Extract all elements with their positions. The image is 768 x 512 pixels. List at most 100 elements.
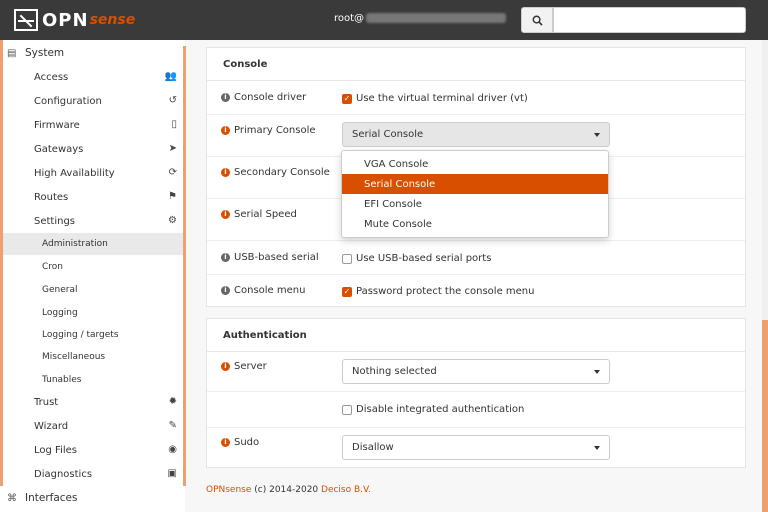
server-icon: ▤ (7, 47, 17, 59)
auth-server-select[interactable]: Nothing selected (342, 359, 610, 384)
user-label: root@ (334, 13, 365, 24)
footer: OPNsense (c) 2014-2020 Deciso B.V. (206, 485, 371, 495)
sidebar-item-firmware[interactable]: Firmware ▯ (3, 113, 183, 137)
disable-auth-checkbox[interactable]: Disable integrated authentication (342, 404, 524, 415)
sidebar-accent-right (183, 46, 186, 486)
sidebar-item-log-files[interactable]: Log Files ◉ (3, 438, 183, 462)
sidebar-item-high-availability[interactable]: High Availability ⟳ (3, 161, 183, 185)
primary-console-dropdown: VGA Console Serial Console EFI Console M… (341, 150, 609, 238)
refresh-icon: ⟳ (168, 167, 177, 178)
cogs-icon: ⚙ (168, 215, 177, 226)
sidebar-item-settings[interactable]: Settings ⚙ (3, 209, 183, 233)
console-menu-label: i Console menu (221, 285, 305, 296)
authentication-panel: Authentication i Server Nothing selected … (206, 318, 746, 468)
checkbox-label: Use the virtual terminal driver (vt) (356, 93, 528, 104)
console-menu-checkbox[interactable]: ✓ Password protect the console menu (342, 286, 534, 297)
select-value: Serial Console (352, 129, 424, 140)
sidebar-subitem-label: Cron (42, 262, 63, 272)
usb-serial-row: i USB-based serial Use USB-based serial p… (207, 241, 745, 275)
authentication-panel-title: Authentication (207, 319, 745, 352)
info-icon[interactable]: i (221, 168, 230, 177)
auth-server-label: i Server (221, 361, 267, 372)
info-icon[interactable]: i (221, 253, 230, 262)
sidebar-item-diagnostics[interactable]: Diagnostics ▣ (3, 462, 183, 486)
footer-company-link[interactable]: Deciso B.V. (321, 485, 371, 495)
sidebar-item-trust[interactable]: Trust ✹ (3, 390, 183, 414)
checkbox-label: Password protect the console menu (356, 286, 535, 297)
checkbox-label: Disable integrated authentication (356, 404, 525, 415)
console-driver-label: i Console driver (221, 92, 306, 103)
info-icon[interactable]: i (221, 93, 230, 102)
sidebar-section-label: System (25, 47, 65, 59)
sidebar-item-configuration[interactable]: Configuration ↺ (3, 89, 183, 113)
sidebar-subitem-general[interactable]: General (3, 279, 183, 301)
dropdown-option-mute[interactable]: Mute Console (342, 214, 608, 234)
sidebar-item-label: Log Files (34, 444, 77, 456)
sidebar: ▤ System Access 👥 Configuration ↺ Firmware… (0, 40, 186, 512)
user-menu[interactable]: root@ (334, 13, 507, 24)
dropdown-option-vga[interactable]: VGA Console (342, 154, 608, 174)
certificate-icon: ✹ (168, 396, 177, 407)
logo-icon (14, 9, 38, 31)
sidebar-subitem-cron[interactable]: Cron (3, 256, 183, 278)
sidebar-section-interfaces[interactable]: ⌘ Interfaces (0, 486, 185, 510)
caret-down-icon (594, 133, 600, 137)
dropdown-option-efi[interactable]: EFI Console (342, 194, 608, 214)
eye-icon: ◉ (168, 444, 177, 455)
info-icon[interactable]: i (221, 438, 230, 447)
checkbox-checked-icon: ✓ (342, 286, 352, 297)
info-icon[interactable]: i (221, 362, 230, 371)
sidebar-subitem-logging-targets[interactable]: Logging / targets (3, 324, 183, 346)
label-text: Server (234, 361, 267, 372)
sudo-select[interactable]: Disallow (342, 435, 610, 460)
disable-auth-row: Disable integrated authentication (207, 392, 745, 428)
sidebar-subitem-label: Administration (42, 239, 108, 249)
console-driver-checkbox[interactable]: ✓ Use the virtual terminal driver (vt) (342, 93, 528, 104)
sidebar-subitem-administration[interactable]: Administration (3, 233, 183, 255)
sidebar-item-label: Firmware (34, 119, 80, 131)
sidebar-item-wizard[interactable]: Wizard ✎ (3, 414, 183, 438)
user-hostname-redacted (366, 13, 507, 23)
sidebar-item-gateways[interactable]: Gateways ➤ (3, 137, 183, 161)
usb-serial-label: i USB-based serial (221, 252, 319, 263)
search-input[interactable] (553, 7, 746, 33)
sidebar-subitem-tunables[interactable]: Tunables (3, 369, 183, 391)
sidebar-item-access[interactable]: Access 👥 (3, 65, 183, 89)
map-signs-icon: ⚑ (168, 191, 177, 202)
search-icon (532, 15, 543, 26)
console-driver-row: i Console driver ✓ Use the virtual termina… (207, 81, 745, 115)
usb-serial-checkbox[interactable]: Use USB-based serial ports (342, 253, 491, 264)
info-icon[interactable]: i (221, 286, 230, 295)
opnsense-logo[interactable]: OPN sense (14, 8, 135, 32)
sidebar-item-routes[interactable]: Routes ⚑ (3, 185, 183, 209)
history-icon: ↺ (168, 95, 177, 106)
footer-brand-link[interactable]: OPNsense (206, 485, 251, 495)
info-icon[interactable]: i (221, 210, 230, 219)
primary-console-select[interactable]: Serial Console (342, 122, 610, 147)
sitemap-icon: ⌘ (7, 492, 17, 504)
scrollbar-thumb[interactable] (762, 320, 768, 512)
caret-down-icon (594, 446, 600, 450)
search-button[interactable] (521, 7, 553, 33)
checkbox-checked-icon: ✓ (342, 93, 352, 104)
sidebar-subitem-label: General (42, 285, 78, 295)
location-arrow-icon: ➤ (168, 143, 177, 154)
medkit-icon: ▣ (167, 468, 177, 479)
sidebar-subitem-label: Tunables (42, 375, 82, 385)
console-panel-title: Console (207, 48, 745, 81)
label-text: Console driver (234, 92, 307, 103)
label-text: Secondary Console (234, 167, 330, 178)
sudo-row: i Sudo Disallow (207, 428, 745, 468)
sidebar-section-system[interactable]: ▤ System (0, 41, 185, 65)
users-icon: 👥 (164, 71, 177, 82)
info-icon[interactable]: i (221, 126, 230, 135)
sidebar-subitem-miscellaneous[interactable]: Miscellaneous (3, 346, 183, 368)
sidebar-section-label: Interfaces (25, 492, 78, 504)
checkbox-unchecked-icon (342, 404, 352, 415)
sidebar-subitem-label: Logging (42, 308, 78, 318)
sidebar-subitem-logging[interactable]: Logging (3, 302, 183, 324)
dropdown-option-serial[interactable]: Serial Console (342, 174, 608, 194)
label-text: Serial Speed (234, 209, 297, 220)
label-text: Sudo (234, 437, 260, 448)
primary-console-label: i Primary Console (221, 125, 316, 136)
